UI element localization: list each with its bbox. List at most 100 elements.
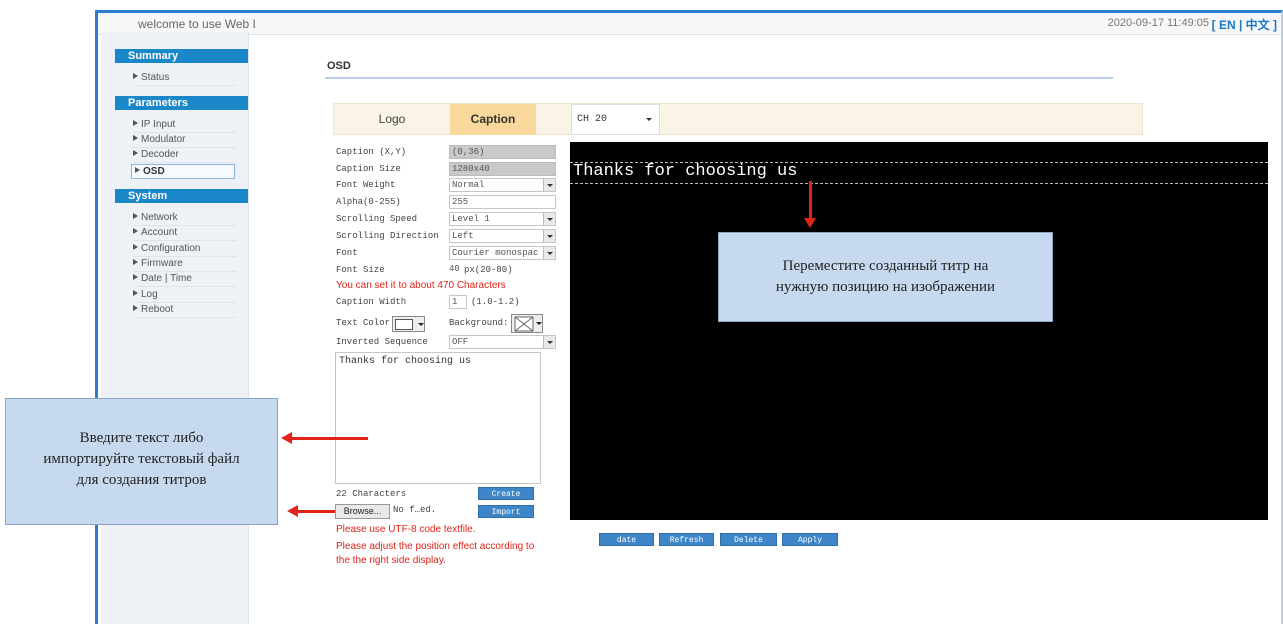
annotation-text: для создания титров	[76, 472, 207, 488]
annotation-text: нужную позицию на изображении	[775, 279, 996, 295]
position-note: Please adjust the position effect accord…	[336, 541, 535, 552]
sidebar-item-label: Configuration	[141, 243, 201, 254]
sidebar-item-configuration[interactable]: Configuration	[133, 242, 236, 257]
welcome-text: welcome to use Web I	[138, 17, 256, 31]
inverted-sequence-select[interactable]: OFF	[449, 335, 556, 349]
sidebar-item-network[interactable]: Network	[133, 211, 236, 226]
tab-logo[interactable]: Logo	[334, 104, 450, 135]
annotation-callout-right: Переместите созданный титр на нужную поз…	[718, 232, 1053, 322]
sidebar-item-ip-input[interactable]: IP Input	[133, 118, 236, 133]
title-divider	[325, 77, 1113, 79]
row-scroll-direction: Scrolling Direction Left	[333, 229, 562, 244]
delete-button[interactable]: Delete	[720, 533, 777, 546]
caption-width-label: Caption Width	[336, 297, 407, 307]
caption-xy-field: (0,36)	[449, 145, 556, 159]
sidebar-item-log[interactable]: Log	[133, 288, 236, 303]
import-button[interactable]: Import	[478, 505, 534, 518]
dropdown-arrow-icon	[543, 336, 555, 348]
annotation-arrow-down	[804, 181, 816, 228]
row-font: Font Courier monospac	[333, 246, 562, 261]
triangle-icon	[133, 244, 138, 250]
date-button[interactable]: date	[599, 533, 654, 546]
dropdown-arrow-icon	[543, 179, 555, 191]
channel-select-value: CH 20	[577, 114, 608, 125]
sidebar-item-label: Date | Time	[141, 273, 192, 284]
scroll-speed-value: Level 1	[452, 214, 490, 224]
caption-size-label: Caption Size	[336, 164, 401, 174]
triangle-icon	[133, 213, 138, 219]
triangle-icon	[133, 228, 138, 234]
scroll-speed-select[interactable]: Level 1	[449, 212, 556, 226]
scroll-direction-select[interactable]: Left	[449, 229, 556, 243]
sidebar-item-label: Log	[141, 289, 158, 300]
osd-preview[interactable]: Thanks for choosing us	[570, 142, 1268, 520]
triangle-icon	[133, 290, 138, 296]
no-color-icon	[514, 316, 534, 332]
row-caption-xy: Caption (X,Y) (0,36)	[333, 145, 562, 160]
sidebar-item-decoder[interactable]: Decoder	[133, 148, 236, 163]
annotation-text: Переместите созданный титр на	[782, 258, 989, 274]
annotation-callout-left: Введите текст либо импортируйте текстовы…	[5, 398, 278, 525]
background-color-picker[interactable]	[511, 314, 543, 333]
channel-select[interactable]: CH 20	[571, 104, 660, 135]
triangle-icon	[133, 259, 138, 265]
alpha-label: Alpha(0-255)	[336, 197, 401, 207]
sidebar-section-system: System	[115, 189, 248, 203]
sidebar-section-summary: Summary	[115, 49, 248, 63]
sidebar-item-status[interactable]: Status	[133, 71, 236, 86]
sidebar-item-label: Account	[141, 227, 178, 238]
utf8-note: Please use UTF-8 code textfile.	[336, 524, 476, 535]
refresh-button[interactable]: Refresh	[659, 533, 714, 546]
row-font-weight: Font Weight Normal	[333, 178, 562, 193]
font-weight-select[interactable]: Normal	[449, 178, 556, 192]
caption-text-area[interactable]: Thanks for choosing us	[335, 352, 541, 484]
sidebar-item-label: Network	[141, 212, 178, 223]
inverted-sequence-value: OFF	[452, 337, 469, 347]
sidebar-item-date-time[interactable]: Date | Time	[133, 272, 236, 287]
font-select[interactable]: Courier monospac	[449, 246, 556, 260]
inverted-sequence-label: Inverted Sequence	[336, 337, 428, 347]
tab-caption[interactable]: Caption	[450, 104, 536, 135]
triangle-icon	[135, 167, 140, 173]
caption-preview-text: Thanks for choosing us	[573, 162, 798, 181]
sidebar-item-label: Decoder	[141, 149, 179, 160]
alpha-input[interactable]: 255	[449, 195, 556, 209]
annotation-arrow-left-textarea	[281, 432, 368, 444]
sidebar-item-reboot[interactable]: Reboot	[133, 303, 236, 318]
dropdown-arrow-icon	[543, 213, 555, 225]
row-inverted-sequence: Inverted Sequence OFF	[333, 335, 562, 350]
browse-button[interactable]: Browse...	[335, 504, 390, 519]
background-label: Background:	[449, 318, 509, 328]
triangle-icon	[133, 305, 138, 311]
osd-tab-bar: Logo Caption CH 20	[333, 103, 1143, 135]
dropdown-arrow-icon	[418, 323, 424, 326]
sidebar-item-modulator[interactable]: Modulator	[133, 133, 236, 148]
font-size-input[interactable]: 40	[449, 263, 461, 277]
caption-width-input[interactable]: 1	[449, 295, 467, 309]
sidebar-item-account[interactable]: Account	[133, 226, 236, 241]
sidebar-item-osd[interactable]: OSD	[131, 164, 235, 179]
triangle-icon	[133, 135, 138, 141]
characters-hint: You can set it to about 470 Characters	[336, 280, 506, 291]
caption-xy-label: Caption (X,Y)	[336, 147, 407, 157]
chevron-down-icon	[646, 118, 652, 121]
sidebar-item-firmware[interactable]: Firmware	[133, 257, 236, 272]
create-button[interactable]: Create	[478, 487, 534, 500]
sidebar-section-parameters: Parameters	[115, 96, 248, 110]
sidebar-item-label: Reboot	[141, 304, 174, 315]
color-swatch	[395, 319, 413, 330]
caption-width-hint: (1.0-1.2)	[471, 297, 520, 307]
text-color-picker[interactable]	[392, 316, 425, 332]
triangle-icon	[133, 274, 138, 280]
datetime-display: 2020-09-17 11:49:05	[1107, 17, 1209, 29]
row-alpha: Alpha(0-255) 255	[333, 195, 562, 210]
apply-button[interactable]: Apply	[782, 533, 838, 546]
text-color-label: Text Color	[336, 318, 391, 328]
annotation-arrow-left-browse	[287, 505, 335, 517]
language-switch[interactable]: [ EN | 中文 ]	[1212, 16, 1277, 33]
dropdown-arrow-icon	[543, 247, 555, 259]
sidebar-item-label: OSD	[143, 166, 165, 177]
annotation-text: импортируйте текстовый файл	[43, 451, 240, 467]
row-scroll-speed: Scrolling Speed Level 1	[333, 212, 562, 227]
top-bar: welcome to use Web I 2020-09-17 11:49:05…	[98, 13, 1281, 35]
